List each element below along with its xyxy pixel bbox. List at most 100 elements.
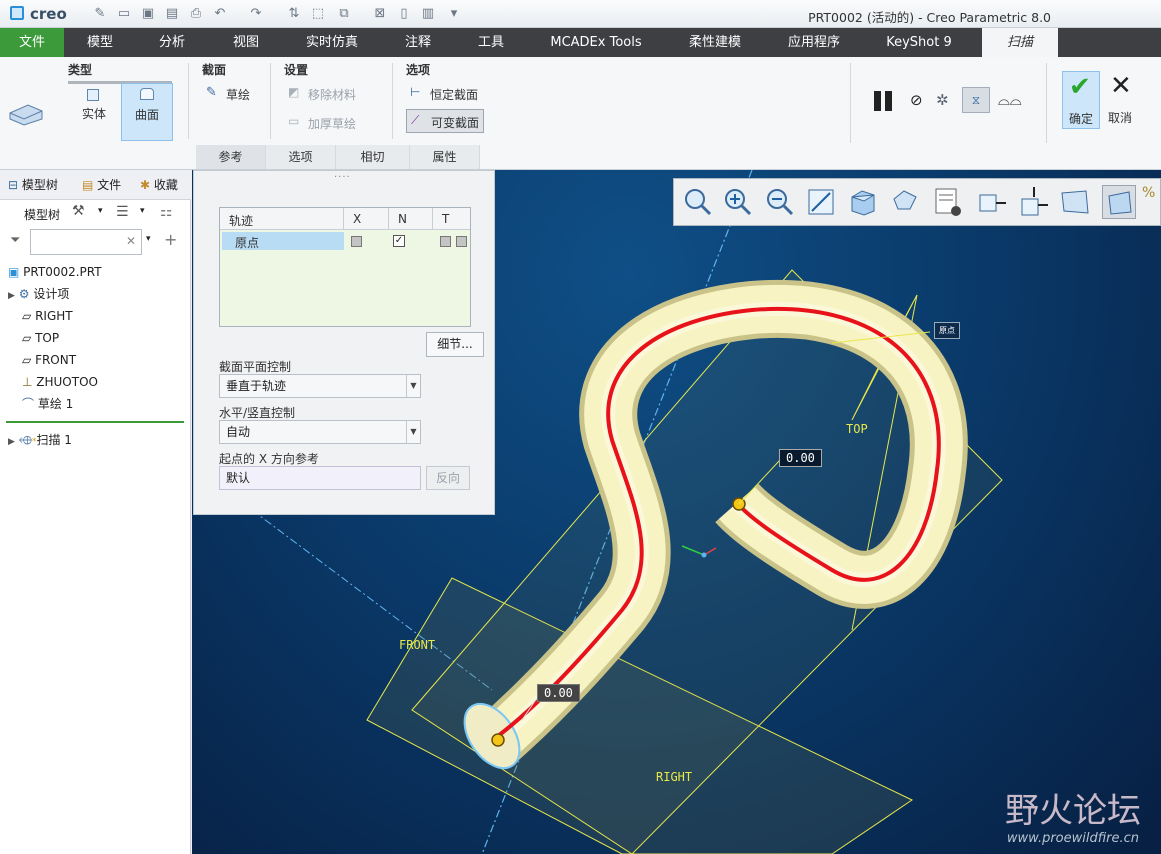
surface-button[interactable]: 曲面 (121, 83, 173, 141)
undo-icon[interactable]: ↶ (212, 6, 228, 22)
tree-settings-icon[interactable]: ⚒ (72, 203, 85, 219)
remove-material-button[interactable]: ◩ 移除材料 (288, 85, 368, 103)
verify-mode-icon[interactable]: ⧖ (962, 87, 990, 113)
glasses-preview-icon[interactable]: ⌓⌓ (998, 91, 1022, 109)
ok-label: 确定 (1069, 112, 1094, 126)
tab-applications[interactable]: 应用程序 (764, 28, 864, 57)
more-tools-icon[interactable]: % (1142, 185, 1160, 219)
spin-center-icon[interactable] (1016, 185, 1050, 219)
print-icon[interactable]: ⎙ (188, 6, 204, 22)
tab-files[interactable]: ▤ 文件 (82, 170, 132, 200)
tab-favorites[interactable]: ✱ 收藏 (140, 170, 186, 200)
tree-item-right[interactable]: ▱ RIGHT (22, 305, 73, 327)
tab-live-simulation[interactable]: 实时仿真 (284, 28, 380, 57)
expand-icon[interactable]: ▶ (8, 291, 15, 301)
tab-flexible-modeling[interactable]: 柔性建模 (666, 28, 764, 57)
section-plane-dropdown[interactable]: 垂直于轨迹 ▼ (219, 374, 421, 398)
clear-search-icon[interactable]: ✕ (126, 234, 136, 248)
datum-plane-icon: ▱ (22, 309, 32, 323)
subtab-properties[interactable]: 属性 (410, 145, 480, 169)
saved-orientations-icon[interactable] (846, 185, 880, 219)
save-as-icon[interactable]: ▤ (164, 6, 180, 22)
tree-item-coordinate-system[interactable]: ⊥ ZHUOTOO (22, 371, 98, 393)
tab-sweep[interactable]: 扫描 (982, 28, 1058, 57)
tree-item-sweep[interactable]: ▶ ⬲*扫描 1 (8, 429, 72, 451)
expand-icon[interactable]: ▶ (8, 437, 15, 447)
tree-item-top[interactable]: ▱ TOP (22, 327, 59, 349)
geometry-preview-icon[interactable]: ✲ (936, 91, 949, 109)
redo-icon[interactable]: ↷ (248, 6, 264, 22)
tab-annotate[interactable]: 注释 (380, 28, 456, 57)
x-checkbox[interactable] (351, 236, 362, 247)
tree-item-front[interactable]: ▱ FRONT (22, 349, 76, 371)
zoom-in-icon[interactable] (720, 185, 754, 219)
constant-section-button[interactable]: ⊢ 恒定截面 (410, 85, 490, 103)
dimension-value-start[interactable]: 0.00 (537, 684, 580, 702)
trajectory-row-name[interactable]: 原点 (235, 234, 259, 251)
variable-section-label: 可变截面 (431, 116, 480, 130)
customize-toolbar-icon[interactable]: ▾ (446, 6, 462, 22)
x-ref-field[interactable]: 默认 (219, 466, 421, 490)
hv-control-dropdown[interactable]: 自动 ▼ (219, 420, 421, 444)
n-checkbox[interactable]: ✓ (393, 235, 405, 247)
perspective-view-icon[interactable] (1058, 185, 1092, 219)
ok-button[interactable]: ✔ 确定 (1062, 71, 1100, 129)
close-window-icon[interactable]: ⊠ (372, 6, 388, 22)
details-button[interactable]: 细节... (426, 332, 484, 357)
tab-model[interactable]: 模型 (64, 28, 136, 57)
tab-view[interactable]: 视图 (208, 28, 284, 57)
tree-columns-icon[interactable]: ☰ (116, 204, 129, 220)
tree-item-sketch[interactable]: ⌒ 草绘 1 (22, 393, 73, 415)
creo-logo-icon (10, 6, 24, 20)
add-filter-icon[interactable]: + (164, 230, 177, 249)
open-icon[interactable]: ▭ (116, 6, 132, 22)
regenerate-icon[interactable]: ✎ (92, 6, 108, 22)
tree-item-design-items[interactable]: ▶ ⚙ 设计项 (8, 283, 69, 305)
filter-icon[interactable]: ⏷ (10, 233, 20, 248)
tab-file[interactable]: 文件 (0, 28, 64, 57)
datum-display-icon[interactable] (974, 185, 1008, 219)
refit-icon[interactable] (680, 185, 714, 219)
tree-settings-dropdown-icon[interactable]: ▾ (98, 206, 103, 216)
tab-tools[interactable]: 工具 (456, 28, 526, 57)
tree-item-part[interactable]: ▣ PRT0002.PRT (8, 261, 102, 283)
select-icon[interactable]: ⬚ (310, 6, 326, 22)
pause-button[interactable] (872, 89, 896, 113)
panel-drag-handle[interactable]: ···· (334, 172, 351, 183)
tab-model-tree[interactable]: ⊟ 模型树 (8, 170, 58, 200)
zoom-out-icon[interactable] (762, 185, 796, 219)
tree-filter-view-icon[interactable]: ⚏ (160, 204, 173, 220)
regenerate-model-icon[interactable]: ⇅ (286, 6, 302, 22)
save-icon[interactable]: ▣ (140, 6, 156, 22)
t-checkbox-b[interactable] (456, 236, 467, 247)
dimension-value-end[interactable]: 0.00 (779, 449, 822, 467)
subtab-references[interactable]: 参考 (196, 145, 266, 169)
display-style-icon[interactable] (888, 185, 922, 219)
switch-window-icon[interactable]: ▥ (420, 6, 436, 22)
tab-analysis[interactable]: 分析 (136, 28, 208, 57)
cancel-button[interactable]: ✕ 取消 (1104, 71, 1142, 129)
tab-mcadex-tools[interactable]: MCADEx Tools (526, 28, 666, 57)
new-icon[interactable]: ▯ (396, 6, 412, 22)
sketch-label: 草绘 (226, 88, 251, 102)
repaint-icon[interactable] (804, 185, 838, 219)
t-checkbox-a[interactable] (440, 236, 451, 247)
sketch-pencil-icon: ✎ (206, 85, 217, 100)
thicken-sketch-button[interactable]: ▭ 加厚草绘 (288, 114, 368, 132)
constant-section-icon: ⊢ (410, 85, 421, 99)
subtab-tangency[interactable]: 相切 (336, 145, 410, 169)
solid-button[interactable]: 实体 (70, 85, 118, 137)
no-preview-icon[interactable]: ⊘ (910, 91, 923, 109)
windows-icon[interactable]: ⧉ (336, 6, 352, 22)
datum-plane-icon: ▱ (22, 331, 32, 345)
coordinate-system-icon: ⊥ (22, 375, 33, 389)
tree-columns-dropdown-icon[interactable]: ▾ (140, 206, 145, 216)
tab-keyshot[interactable]: KeyShot 9 (864, 28, 974, 57)
variable-section-button[interactable]: ⟋ 可变截面 (406, 109, 484, 133)
subtab-options[interactable]: 选项 (266, 145, 336, 169)
model-display-settings-icon[interactable] (932, 185, 966, 219)
flip-button[interactable]: 反向 (426, 466, 470, 490)
sketch-button[interactable]: ✎ 草绘 (206, 85, 266, 103)
named-view-icon[interactable] (1102, 185, 1136, 219)
search-dropdown-icon[interactable]: ▾ (146, 234, 151, 244)
